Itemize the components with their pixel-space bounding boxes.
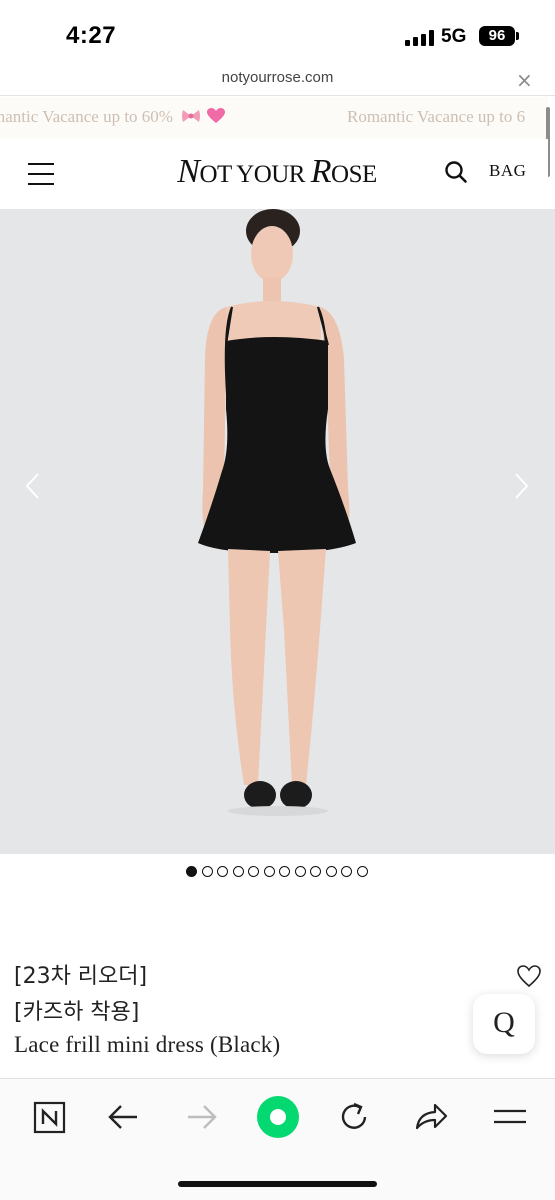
status-bar: 4:27 5G 96: [0, 0, 555, 66]
model-photo: [198, 209, 356, 816]
url-text[interactable]: notyourrose.com: [0, 69, 555, 86]
logo-text-part2: OSE: [331, 161, 377, 188]
gallery-dot[interactable]: [279, 866, 290, 877]
sparkling-heart-icon: [207, 108, 226, 124]
logo-text-part1: OT YOUR: [199, 161, 311, 188]
gallery-dot[interactable]: [310, 866, 321, 877]
home-icon[interactable]: [257, 1096, 299, 1138]
chat-button[interactable]: Q: [473, 994, 535, 1054]
signal-icon: [405, 30, 435, 46]
battery-tip: [516, 32, 519, 40]
promo-text-label: mantic Vacance up to 60%: [0, 107, 173, 126]
menu-icon[interactable]: [490, 1097, 530, 1137]
search-icon[interactable]: [444, 160, 468, 184]
forward-arrow-icon[interactable]: [181, 1097, 221, 1137]
status-time: 4:27: [66, 22, 117, 49]
url-bar[interactable]: notyourrose.com ×: [0, 62, 555, 96]
battery-icon: 96: [479, 26, 515, 46]
site-header: NOT YOUR ROSE BAG: [0, 139, 548, 209]
site-logo[interactable]: NOT YOUR ROSE: [164, 155, 390, 191]
gallery-dot[interactable]: [248, 866, 259, 877]
gallery-dot[interactable]: [186, 866, 197, 877]
close-icon[interactable]: ×: [516, 68, 533, 92]
product-name: Lace frill mini dress (Black): [14, 1032, 281, 1057]
gallery-dot[interactable]: [294, 866, 306, 877]
gallery-dot[interactable]: [356, 866, 368, 877]
chevron-right-icon[interactable]: [506, 471, 536, 501]
hamburger-icon[interactable]: [28, 163, 54, 185]
logo-letter-n: N: [177, 153, 200, 190]
logo-letter-r: R: [310, 153, 332, 190]
gallery-dot[interactable]: [217, 866, 228, 877]
product-tag-reorder: [23차 리오더]: [14, 964, 148, 989]
heart-icon[interactable]: [516, 964, 542, 988]
bag-button[interactable]: BAG: [489, 161, 526, 181]
gallery-dot[interactable]: [232, 866, 244, 877]
naver-n-icon[interactable]: [30, 1097, 70, 1137]
gallery-dot[interactable]: [341, 866, 352, 877]
network-label: 5G: [441, 26, 467, 47]
promo-text: mantic Vacance up to 60%: [0, 107, 226, 127]
promo-text-repeat: Romantic Vacance up to 6: [347, 107, 526, 126]
gallery-pagination[interactable]: [186, 866, 376, 878]
ribbon-icon: [181, 108, 201, 124]
product-image[interactable]: [0, 209, 555, 854]
home-indicator: [178, 1181, 377, 1187]
reload-icon[interactable]: [334, 1097, 374, 1137]
gallery-dot[interactable]: [201, 866, 213, 877]
chevron-left-icon[interactable]: [18, 471, 48, 501]
promo-banner[interactable]: mantic Vacance up to 60% Romantic Vacanc…: [0, 97, 548, 139]
back-arrow-icon[interactable]: [104, 1097, 144, 1137]
gallery-dot[interactable]: [263, 866, 275, 877]
share-icon[interactable]: [411, 1097, 451, 1137]
gallery-dot[interactable]: [325, 866, 337, 877]
product-tag-worn-by: [카즈하 착용]: [14, 1000, 140, 1025]
